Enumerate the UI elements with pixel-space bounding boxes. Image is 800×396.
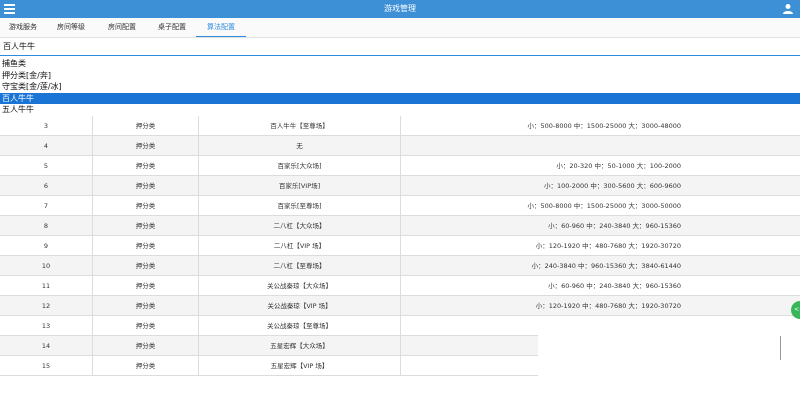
option-five-niuniu[interactable]: 五人牛牛: [0, 104, 800, 116]
page-title: 游戏管理: [384, 4, 416, 13]
cell-id: 6: [43, 182, 49, 190]
cell-bet-range: 小：100-2000 中：300-5600 大：600-9600: [400, 176, 800, 196]
cell-bet-range: 小：60-960 中：240-3840 大：960-15360: [400, 216, 800, 236]
option-treasure[interactable]: 守宝类[金/莲/冰]: [0, 81, 800, 93]
cell-id: 3: [43, 122, 49, 130]
cell-bet-range: 小：240-3840 中：960-15360 大：3840-61440: [400, 256, 800, 276]
option-betting-gold[interactable]: 押分类[金/奔]: [0, 70, 800, 82]
cell-type: 押分类: [92, 296, 198, 316]
cell-id: 5: [43, 162, 49, 170]
cell-room: 五星宏辉【大众场】: [198, 336, 400, 356]
cell-room: 五星宏辉【VIP 场】: [198, 356, 400, 376]
cell-id: 8: [43, 222, 49, 230]
tab-table-config[interactable]: 桌子配置: [148, 18, 196, 37]
table-row[interactable]: 5 押分类 百家乐[大众场] 小：20-320 中：50-1000 大：100-…: [0, 156, 800, 176]
cell-room: 二八杠【VIP 场】: [198, 236, 400, 256]
cell-id: 14: [41, 342, 51, 350]
table-row[interactable]: 4 押分类 无: [0, 136, 800, 156]
game-select[interactable]: 百人牛牛: [0, 39, 800, 56]
cell-id: 7: [43, 202, 49, 210]
cell-type: 押分类: [92, 256, 198, 276]
cell-room: 百家乐[至尊场]: [198, 196, 400, 216]
tab-bar: 游戏服务 房间等级 房间配置 桌子配置 算法配置: [0, 18, 800, 38]
blank-overlay: [538, 320, 800, 396]
cell-bet-range: 小：500-8000 中：1500-25000 大：3000-50000: [400, 196, 800, 216]
cell-id: 4: [43, 142, 49, 150]
table-row[interactable]: 8 押分类 二八杠【大众场】 小：60-960 中：240-3840 大：960…: [0, 216, 800, 236]
tab-room-config[interactable]: 房间配置: [96, 18, 148, 37]
game-select-dropdown: 捕鱼类 押分类[金/奔] 守宝类[金/莲/冰] 百人牛牛 五人牛牛: [0, 58, 800, 115]
cell-room: 关公战秦琼【至尊场】: [198, 316, 400, 336]
cell-type: 押分类: [92, 196, 198, 216]
floating-button-label: <<: [794, 306, 800, 313]
tab-game-service[interactable]: 游戏服务: [0, 18, 46, 37]
table-row[interactable]: 7 押分类 百家乐[至尊场] 小：500-8000 中：1500-25000 大…: [0, 196, 800, 216]
cell-bet-range: 小：120-1920 中：480-7680 大：1920-30720: [400, 296, 800, 316]
table-row[interactable]: 11 押分类 关公战秦琼【大众场】 小：60-960 中：240-3840 大：…: [0, 276, 800, 296]
cell-id: 15: [41, 362, 51, 370]
cell-bet-range: 小：60-960 中：240-3840 大：960-15360: [400, 276, 800, 296]
cell-type: 押分类: [92, 136, 198, 156]
tab-algorithm-config[interactable]: 算法配置: [196, 18, 246, 37]
option-fishing[interactable]: 捕鱼类: [0, 58, 800, 70]
cell-bet-range: 小：120-1920 中：480-7680 大：1920-30720: [400, 236, 800, 256]
cell-bet-range: 小：20-320 中：50-1000 大：100-2000: [400, 156, 800, 176]
cell-room: 关公战秦琼【VIP 场】: [198, 296, 400, 316]
cell-id: 10: [41, 262, 51, 270]
table-row[interactable]: 6 押分类 百家乐[VIP场] 小：100-2000 中：300-5600 大：…: [0, 176, 800, 196]
cell-type: 押分类: [92, 156, 198, 176]
cell-bet-range: [400, 136, 800, 156]
cell-room: 百家乐[大众场]: [198, 156, 400, 176]
cell-id: 13: [41, 322, 51, 330]
table-row[interactable]: 3 押分类 百人牛牛【至尊场】 小：500-8000 中：1500-25000 …: [0, 116, 800, 136]
cell-id: 11: [41, 282, 51, 290]
cell-id: 9: [43, 242, 49, 250]
cell-room: 百家乐[VIP场]: [198, 176, 400, 196]
table-row[interactable]: 12 押分类 关公战秦琼【VIP 场】 小：120-1920 中：480-768…: [0, 296, 800, 316]
cell-type: 押分类: [92, 356, 198, 376]
title-bar: 游戏管理: [0, 0, 800, 18]
table-row[interactable]: 9 押分类 二八杠【VIP 场】 小：120-1920 中：480-7680 大…: [0, 236, 800, 256]
cell-type: 押分类: [92, 336, 198, 356]
cell-type: 押分类: [92, 276, 198, 296]
cell-type: 押分类: [92, 216, 198, 236]
tab-room-level[interactable]: 房间等级: [46, 18, 96, 37]
user-icon[interactable]: [782, 3, 794, 15]
cell-id: 12: [41, 302, 51, 310]
cell-room: 关公战秦琼【大众场】: [198, 276, 400, 296]
table-row[interactable]: 10 押分类 二八杠【至尊场】 小：240-3840 中：960-15360 大…: [0, 256, 800, 276]
cell-room: 百人牛牛【至尊场】: [198, 116, 400, 136]
option-hundred-niuniu[interactable]: 百人牛牛: [0, 92, 800, 104]
cell-room: 二八杠【大众场】: [198, 216, 400, 236]
cell-type: 押分类: [92, 176, 198, 196]
cell-bet-range: 小：500-8000 中：1500-25000 大：3000-48000: [400, 116, 800, 136]
cell-room: 二八杠【至尊场】: [198, 256, 400, 276]
cell-type: 押分类: [92, 116, 198, 136]
cell-type: 押分类: [92, 236, 198, 256]
cell-room: 无: [198, 136, 400, 156]
scroll-edge-mark: [780, 336, 781, 360]
cell-type: 押分类: [92, 316, 198, 336]
